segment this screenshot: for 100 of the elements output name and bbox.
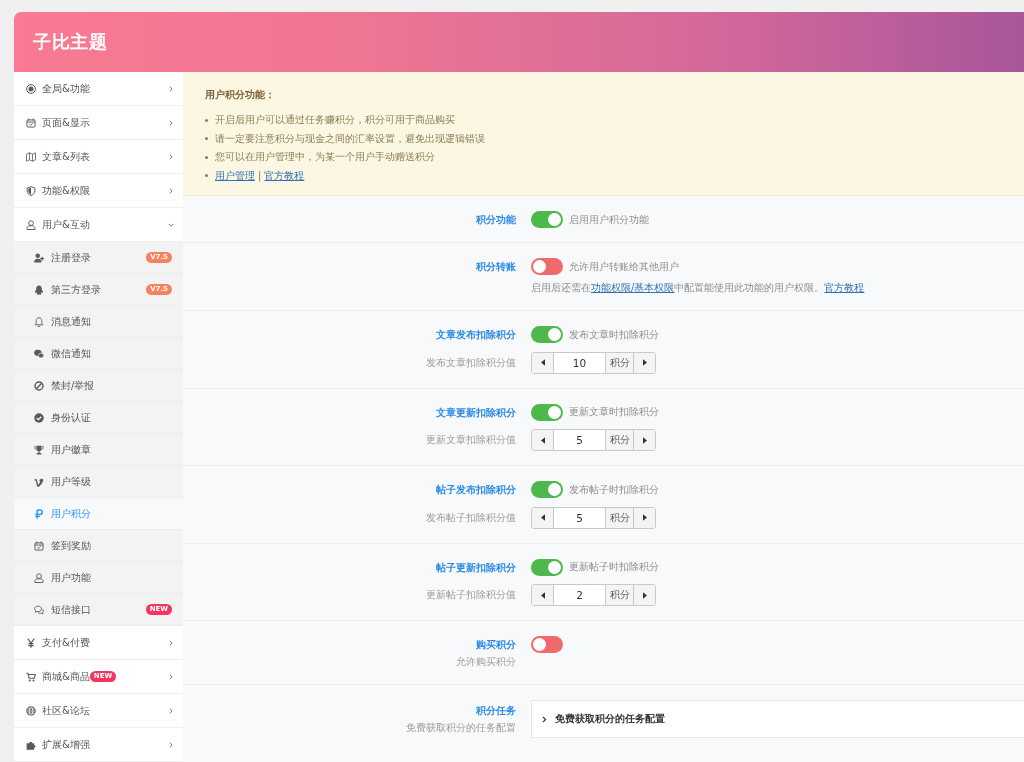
toggle-description: 更新帖子时扣除积分 [569,560,659,574]
bell-icon [34,316,44,327]
caret-right-icon [642,359,647,366]
field-label: 积分转账 [475,260,516,274]
toggle-description: 启用用户积分功能 [569,212,649,227]
field-label: 购买积分 [475,638,516,652]
calendar-icon [34,540,44,551]
caret-left-icon [540,359,545,366]
comments-icon [34,604,44,615]
field-label: 积分功能 [475,213,516,227]
trophy-icon [34,444,44,455]
toggle-switch[interactable] [531,403,563,421]
toggle-description: 发布文章时扣除积分 [569,327,659,342]
decrement-button[interactable] [532,352,553,373]
toggle-switch[interactable] [531,636,563,653]
shield-icon [26,185,36,196]
toggle-description: 更新文章时扣除积分 [569,405,659,419]
toggle-switch[interactable] [531,211,563,228]
sidebar-subitem[interactable]: 微信通知 [14,338,183,370]
decrement-button[interactable] [532,585,553,605]
field-label: 帖子发布扣除积分 [435,483,516,497]
toggle-switch[interactable] [531,558,563,576]
cart-icon [26,671,36,682]
bullet-icon [205,174,208,178]
increment-button[interactable] [634,352,655,373]
link[interactable]: 官方教程 [824,282,865,293]
number-field-label: 发布文章扣除积分值 [425,355,516,370]
number-stepper[interactable]: 10 积分 [531,351,656,374]
penguin-icon [34,284,44,295]
sidebar-subitem[interactable]: 用户等级 [14,466,183,498]
user-icon [34,572,44,583]
notice-text: 您可以在用户管理中，为某一个用户手动赠送积分 [215,150,435,165]
toggle-switch[interactable] [531,258,563,275]
field-label: 积分任务 [475,704,516,718]
number-field-label: 更新文章扣除积分值 [425,433,516,448]
sidebar-subitem[interactable]: 用户功能 [14,562,183,594]
user-plus-icon [34,252,44,263]
accordion-header[interactable]: 免费获取积分的任务配置 [531,700,1024,738]
toggle-description: 发布帖子时扣除积分 [569,482,659,497]
number-input[interactable]: 5 [553,430,606,450]
caret-left-icon [540,436,545,444]
bullet-icon [205,137,208,141]
caret-right-icon [642,591,647,599]
increment-button[interactable] [634,507,655,528]
field-label: 帖子更新扣除积分 [435,560,516,575]
field-description: 允许购买积分 [455,655,516,669]
target-icon [26,83,36,94]
notice-title: 用户积分功能： [205,88,276,102]
globe-icon [26,705,36,716]
bullet-icon [205,118,208,122]
header-title: 子比主题 [33,30,107,54]
field-description: 免费获取积分的任务配置 [405,721,516,735]
unit-label: 积分 [606,585,634,605]
decrement-button[interactable] [532,507,553,528]
toggle-switch[interactable] [531,326,563,343]
ban-icon [34,380,44,391]
yen-icon [26,637,36,648]
unit-label: 积分 [606,352,634,373]
map-icon [26,151,36,162]
caret-left-icon [540,591,545,599]
toggle-switch[interactable] [531,481,563,498]
number-stepper[interactable]: 5 积分 [531,506,656,529]
bullet-icon [205,155,208,159]
caret-right-icon [642,514,647,521]
field-label: 文章更新扣除积分 [435,405,516,420]
calendar-icon [26,117,36,128]
unit-label: 积分 [606,430,634,450]
number-input[interactable]: 10 [553,352,606,373]
caret-right-icon [642,436,647,444]
field-label: 文章发布扣除积分 [435,328,516,342]
notice-text: 开启后用户可以通过任务赚积分，积分可用于商品购买 [215,113,455,128]
number-field-label: 更新帖子扣除积分值 [425,588,516,603]
link-separator: | [258,170,262,182]
increment-button[interactable] [634,585,655,605]
check-circle-icon [34,412,44,423]
sidebar-subitem[interactable]: 签到奖励 [14,530,183,562]
v-shape-icon [34,476,44,487]
notice-text: 请一定要注意积分与现金之间的汇率设置，避免出现逻辑错误 [215,131,485,146]
caret-left-icon [540,514,545,521]
number-input[interactable]: 5 [553,507,606,528]
sidebar-subitem[interactable]: 身份认证 [14,402,183,434]
number-input[interactable]: 2 [553,585,606,605]
chat-bubbles-icon [34,348,44,359]
number-field-label: 发布帖子扣除积分值 [425,510,516,525]
number-stepper[interactable]: 5 积分 [531,429,656,451]
link[interactable]: 用户管理 [215,168,255,183]
ruble-icon [34,508,44,519]
puzzle-icon [26,739,36,750]
number-stepper[interactable]: 2 积分 [531,584,656,606]
toggle-description: 允许用户转账给其他用户 [569,259,679,274]
decrement-button[interactable] [532,430,553,450]
link[interactable]: 官方教程 [264,168,305,183]
sidebar-subitem[interactable]: 禁封/举报 [14,370,183,402]
link[interactable]: 功能权限/基本权限 [591,282,675,293]
increment-button[interactable] [634,430,655,450]
sidebar-subitem[interactable]: 用户徽章 [14,434,183,466]
field-note: 启用后还需在功能权限/基本权限中配置能使用此功能的用户权限。官方教程 [531,281,866,295]
sidebar-subitem[interactable]: 消息通知 [14,306,183,338]
unit-label: 积分 [606,507,634,528]
user-icon [26,219,36,230]
